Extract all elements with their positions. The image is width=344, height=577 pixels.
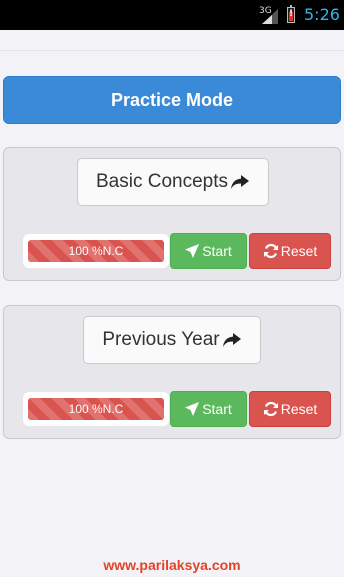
share-arrow-icon <box>222 333 241 347</box>
share-arrow-icon <box>231 175 249 189</box>
topic-label: Basic Concepts <box>95 171 228 192</box>
start-button[interactable]: Start <box>170 233 247 269</box>
topic-button-basic-concepts[interactable]: Basic Concepts <box>77 158 269 206</box>
progress-bar: 100 %N.C <box>23 234 169 268</box>
practice-mode-button[interactable]: Practice Mode <box>3 76 341 124</box>
start-label: Start <box>202 243 232 259</box>
refresh-icon <box>263 401 278 417</box>
topic-label: Previous Year <box>102 329 220 350</box>
divider <box>0 50 344 51</box>
refresh-icon <box>263 243 278 259</box>
start-button[interactable]: Start <box>170 391 247 427</box>
topic-button-previous-year[interactable]: Previous Year <box>83 316 261 364</box>
reset-label: Reset <box>280 401 318 417</box>
reset-button[interactable]: Reset <box>249 233 331 269</box>
send-arrow-icon <box>185 244 200 258</box>
topic-card: Previous Year 100 %N.C Start Reset <box>3 305 341 439</box>
footer-url-link[interactable]: www.parilaksya.com <box>0 557 344 573</box>
send-arrow-icon <box>185 402 200 416</box>
progress-label: 100 %N.C <box>68 244 124 258</box>
clock: 5:26 <box>304 5 340 24</box>
progress-bar: 100 %N.C <box>23 392 169 426</box>
start-label: Start <box>202 401 232 417</box>
progress-track: 100 %N.C <box>28 398 164 420</box>
battery-alert-icon: ! <box>287 5 295 23</box>
progress-label: 100 %N.C <box>68 402 124 416</box>
reset-label: Reset <box>280 243 318 259</box>
reset-button[interactable]: Reset <box>249 391 331 427</box>
topic-card: Basic Concepts 100 %N.C Start Reset <box>3 147 341 281</box>
status-bar: 3G ! 5:26 <box>0 0 344 30</box>
progress-track: 100 %N.C <box>28 240 164 262</box>
signal-icon <box>262 9 278 24</box>
